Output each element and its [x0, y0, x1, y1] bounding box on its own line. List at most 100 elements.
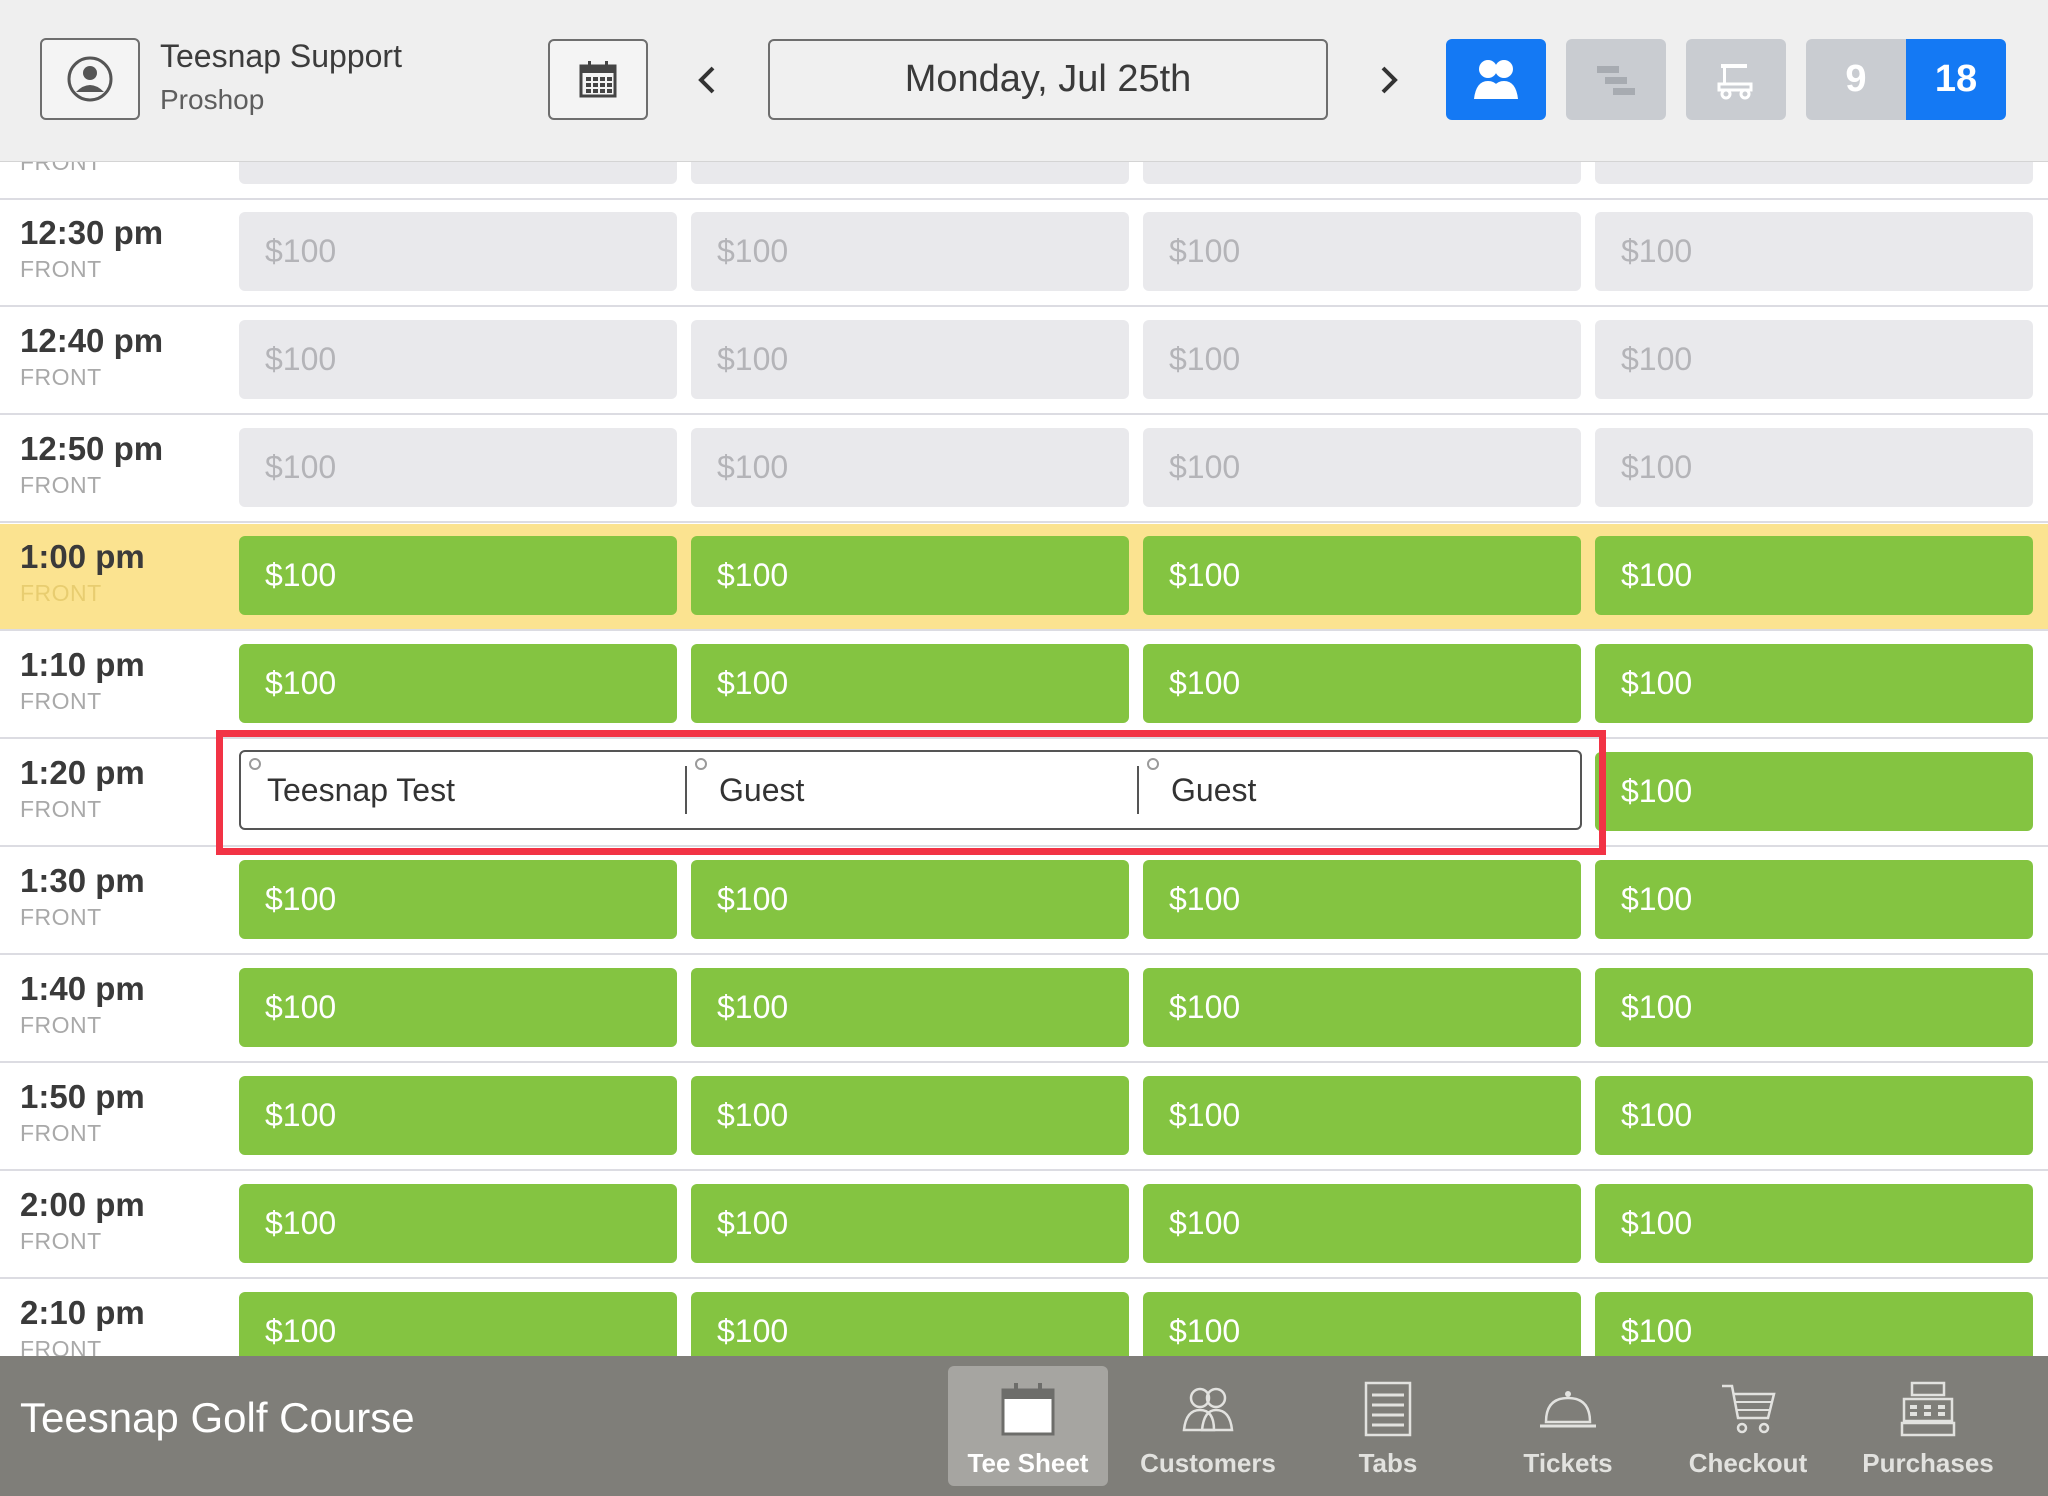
user-profile-button[interactable]: [40, 38, 140, 120]
player-slot[interactable]: $100: [691, 968, 1129, 1047]
player-slot[interactable]: $100: [239, 968, 677, 1047]
previous-day-button[interactable]: [678, 39, 738, 121]
player-slot[interactable]: $100: [1143, 428, 1581, 507]
tee-time: 1:20 pm: [20, 754, 145, 791]
stack-icon: [1597, 65, 1635, 95]
customers-icon: [1182, 1387, 1234, 1432]
player-slot[interactable]: $100: [239, 860, 677, 939]
player-slot[interactable]: $100: [1595, 752, 2033, 831]
player-slot[interactable]: $100: [239, 1184, 677, 1263]
course-side-label: FRONT: [20, 161, 102, 175]
tab-tabs[interactable]: Tabs: [1308, 1366, 1468, 1486]
course-side-label: FRONT: [20, 580, 102, 606]
tee-sheet: FRONT 12:30 pm FRONT $100 $100 $100 $100…: [0, 161, 2048, 1356]
calendar-button[interactable]: [548, 39, 648, 120]
group-view-button[interactable]: [1566, 39, 1666, 120]
cash-register-icon: [1900, 1381, 1956, 1437]
chevron-right-icon: [1381, 66, 1398, 94]
tee-time-row: 1:10 pm FRONT $100 $100 $100 $100: [0, 632, 2048, 739]
tab-customers[interactable]: Customers: [1128, 1366, 1288, 1486]
player-slot[interactable]: $100: [1143, 1076, 1581, 1155]
course-side-label: FRONT: [20, 472, 102, 498]
tee-time-row-booked: 1:20 pm FRONT Teesnap Test Guest Guest $…: [0, 730, 2048, 855]
player-slot[interactable]: $100: [1143, 212, 1581, 291]
player-slot[interactable]: $100: [239, 1076, 677, 1155]
tee-time-row: 2:10 pm FRONT $100 $100 $100 $100: [0, 1280, 2048, 1356]
player-slot[interactable]: [1595, 161, 2033, 184]
player-slot[interactable]: $100: [691, 320, 1129, 399]
tee-time-row: 1:50 pm FRONT $100 $100 $100 $100: [0, 1064, 2048, 1171]
nine-holes-toggle[interactable]: 9: [1806, 39, 1906, 120]
tab-tickets[interactable]: Tickets: [1488, 1366, 1648, 1486]
player-slot[interactable]: $100: [239, 212, 677, 291]
player-slot[interactable]: $100: [1595, 644, 2033, 723]
tab-checkout[interactable]: Checkout: [1668, 1366, 1828, 1486]
players-view-button[interactable]: [1446, 39, 1546, 120]
tab-purchases[interactable]: Purchases: [1848, 1366, 2008, 1486]
service-bell-icon: [1540, 1391, 1596, 1428]
player-slot[interactable]: $100: [1595, 968, 2033, 1047]
tee-time: 1:50 pm: [20, 1078, 145, 1115]
player-slot[interactable]: $100: [1143, 320, 1581, 399]
user-role: Proshop: [160, 84, 265, 115]
player-slot[interactable]: $100: [1595, 1076, 2033, 1155]
cart-icon: [1722, 1384, 1776, 1434]
chevron-left-icon: [698, 66, 715, 94]
tab-label: Customers: [1140, 1448, 1276, 1478]
top-bar: Teesnap Support Proshop Monday, Jul 25th: [0, 0, 2048, 162]
player-slot[interactable]: $100: [239, 428, 677, 507]
player-slot[interactable]: $100: [239, 320, 677, 399]
player-slot[interactable]: $100: [1595, 212, 2033, 291]
player-slot[interactable]: $100: [691, 644, 1129, 723]
player-slot[interactable]: $100: [1143, 644, 1581, 723]
tee-time: 1:30 pm: [20, 862, 145, 899]
player-slot[interactable]: $100: [691, 1184, 1129, 1263]
player-slot[interactable]: $100: [691, 428, 1129, 507]
tab-tee-sheet[interactable]: Tee Sheet: [948, 1366, 1108, 1486]
calendar-icon: [579, 60, 617, 97]
tee-time: 12:50 pm: [20, 430, 164, 467]
player-slot[interactable]: $100: [1595, 860, 2033, 939]
player-slot[interactable]: [1143, 161, 1581, 184]
next-day-button[interactable]: [1358, 39, 1418, 121]
user-name: Teesnap Support: [160, 38, 402, 74]
tee-time: 1:10 pm: [20, 646, 145, 683]
player-slot[interactable]: $100: [1143, 1292, 1581, 1356]
player-slot[interactable]: $100: [1595, 536, 2033, 615]
bottom-tab-bar: Teesnap Golf Course Tee Sheet Customers: [0, 1356, 2048, 1496]
player-slot[interactable]: $100: [239, 644, 677, 723]
course-side-label: FRONT: [20, 1228, 102, 1254]
tab-label: Checkout: [1688, 1448, 1808, 1478]
player-slot[interactable]: [239, 161, 677, 184]
player-slot[interactable]: $100: [1595, 320, 2033, 399]
player-slot[interactable]: $100: [1595, 1184, 2033, 1263]
eighteen-holes-toggle[interactable]: 18: [1906, 39, 2006, 120]
player-slot[interactable]: $100: [1143, 860, 1581, 939]
tee-time-row: 2:00 pm FRONT $100 $100 $100 $100: [0, 1172, 2048, 1279]
player-slot[interactable]: $100: [1595, 428, 2033, 507]
player-slot[interactable]: $100: [1143, 968, 1581, 1047]
player-slot[interactable]: $100: [691, 536, 1129, 615]
player-slot[interactable]: $100: [691, 1292, 1129, 1356]
player-slot[interactable]: $100: [1143, 536, 1581, 615]
user-icon: [67, 56, 113, 102]
player-slot[interactable]: [691, 161, 1129, 184]
date-selector[interactable]: Monday, Jul 25th: [768, 39, 1328, 120]
course-name: Teesnap Golf Course: [20, 1394, 415, 1441]
course-side-label: FRONT: [20, 1336, 102, 1356]
course-side-label: FRONT: [20, 1120, 102, 1146]
player-slot[interactable]: $100: [1143, 1184, 1581, 1263]
player-slot[interactable]: $100: [691, 212, 1129, 291]
tee-time: 12:30 pm: [20, 214, 164, 251]
tee-time: 1:00 pm: [20, 538, 145, 575]
tee-time-row: 12:50 pm FRONT $100 $100 $100 $100: [0, 416, 2048, 523]
tab-label: Tabs: [1358, 1448, 1418, 1478]
tab-label: Tee Sheet: [967, 1448, 1089, 1478]
player-slot[interactable]: $100: [239, 536, 677, 615]
player-slot[interactable]: $100: [691, 1076, 1129, 1155]
player-slot[interactable]: $100: [239, 1292, 677, 1356]
cart-view-button[interactable]: [1686, 39, 1786, 120]
player-slot[interactable]: $100: [691, 860, 1129, 939]
player-slot[interactable]: $100: [1595, 1292, 2033, 1356]
course-side-label: FRONT: [20, 364, 102, 390]
